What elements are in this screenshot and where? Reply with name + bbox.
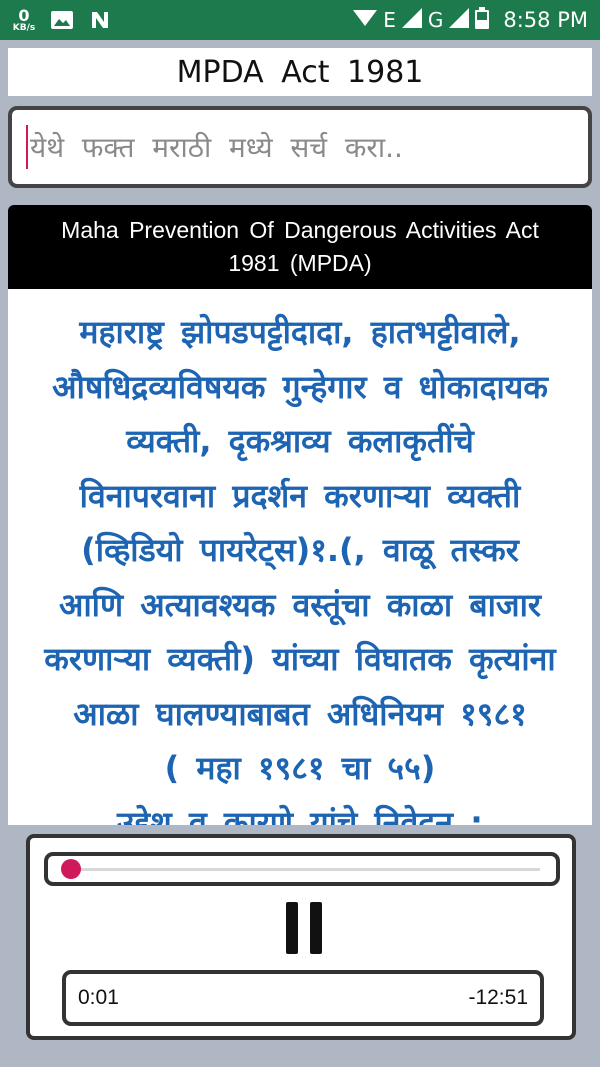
pause-icon-bar — [286, 902, 298, 954]
text-line: ( महा १९८१ चा ५५) — [164, 749, 436, 787]
clock: 8:58 PM — [503, 8, 588, 32]
seek-bar[interactable] — [44, 852, 560, 886]
act-title: Maha Prevention Of Dangerous Activities … — [8, 205, 592, 289]
act-text-panel[interactable]: महाराष्ट्र झोपडपट्टीदादा, हातभट्टीवाले, … — [8, 289, 592, 825]
search-input[interactable] — [30, 130, 550, 164]
act-text: महाराष्ट्र झोपडपट्टीदादा, हातभट्टीवाले, … — [18, 305, 582, 825]
text-cursor — [26, 125, 28, 169]
network-speed-unit: KB/s — [12, 22, 36, 33]
text-line: विनापरवाना प्रदर्शन करणाऱ्या व्यक्ती — [79, 476, 521, 515]
section-heading: उद्देश व कारणे यांचे निवेदन : — [117, 803, 483, 826]
pause-button[interactable] — [286, 902, 322, 954]
page-title: MPDA Act 1981 — [8, 48, 592, 96]
time-display: 0:01 -12:51 — [62, 970, 544, 1026]
signal-icon — [449, 7, 470, 33]
text-line: व्यक्ती, दृकश्राव्य कलाकृतींचे — [126, 422, 474, 460]
text-line: महाराष्ट्र झोपडपट्टीदादा, हातभट्टीवाले, — [79, 313, 521, 351]
wifi-icon — [353, 8, 378, 33]
network-speed: 0 KB/s — [12, 5, 36, 33]
network-type-g: G — [427, 8, 444, 32]
text-line: (व्हिडियो पायरेट्स)१.(, वाळू तस्कर — [81, 531, 519, 569]
audio-player: 0:01 -12:51 — [26, 834, 576, 1040]
signal-icon — [401, 7, 422, 33]
pause-icon-bar — [310, 902, 322, 954]
search-box[interactable] — [8, 106, 592, 188]
remaining-time: -12:51 — [468, 986, 528, 1009]
network-type-e: E — [383, 8, 396, 32]
battery-icon — [475, 6, 490, 34]
status-bar: 0 KB/s E G 8:58 PM — [0, 0, 600, 40]
n-notification-icon — [88, 10, 112, 30]
elapsed-time: 0:01 — [78, 986, 119, 1009]
network-speed-value: 0 — [18, 5, 30, 25]
text-line: आळा घालण्याबाबत अधिनियम १९८१ — [73, 694, 527, 733]
text-line: औषधिद्रव्यविषयक गुन्हेगार व धोकादायक — [52, 367, 548, 406]
seek-thumb[interactable] — [60, 859, 81, 879]
gallery-icon — [50, 10, 74, 30]
seek-track[interactable] — [60, 859, 540, 879]
text-line: आणि अत्यावश्यक वस्तूंचा काळा बाजार — [58, 585, 542, 624]
text-line: करणाऱ्या व्यक्ती) यांच्या विघातक कृत्यां… — [44, 640, 556, 678]
